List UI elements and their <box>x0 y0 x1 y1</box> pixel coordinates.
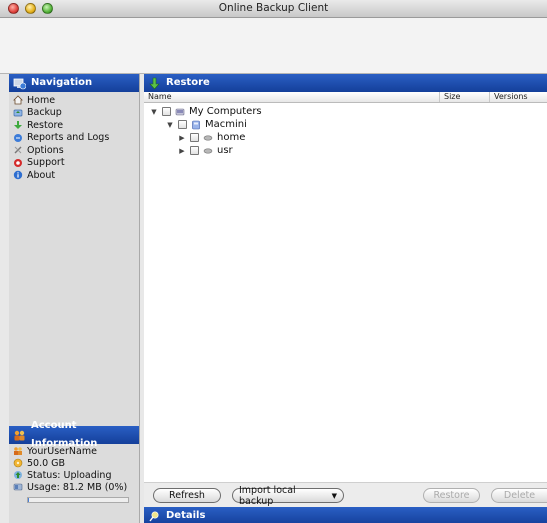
support-icon <box>13 158 23 168</box>
toolbar <box>0 18 547 74</box>
details-title: Details <box>166 510 206 521</box>
backup-icon <box>13 108 23 118</box>
nav-item-reports[interactable]: Reports and Logs <box>9 132 139 145</box>
window-title: Online Backup Client <box>218 2 329 14</box>
select-checkbox[interactable] <box>190 133 199 142</box>
column-versions[interactable]: Versions <box>490 92 547 102</box>
disk-icon <box>13 458 23 468</box>
nav-item-backup[interactable]: Backup <box>9 107 139 120</box>
minimize-window-icon[interactable] <box>25 3 36 14</box>
account-quota: 50.0 GB <box>9 457 139 469</box>
tree-label: My Computers <box>189 106 262 117</box>
delete-label: Delete <box>503 490 536 501</box>
navigation-title: Navigation <box>31 77 93 88</box>
restore-button[interactable]: Restore <box>423 488 480 503</box>
nav-item-label: Reports and Logs <box>27 132 110 144</box>
upload-status-icon <box>13 470 23 480</box>
close-window-icon[interactable] <box>8 3 19 14</box>
nav-item-label: Options <box>27 144 64 156</box>
refresh-label: Refresh <box>169 490 205 501</box>
usage-text: Usage: 81.2 MB (0%) <box>27 481 128 493</box>
tree-label: home <box>217 132 246 143</box>
app-window: Online Backup Client Navigation Home Bac… <box>0 0 547 523</box>
import-local-backup-button[interactable]: Import local backup ▼ <box>232 485 344 507</box>
usage-icon <box>13 482 23 492</box>
disclosure-collapsed-icon[interactable]: ▶ <box>178 134 186 142</box>
import-label: Import local backup <box>239 484 296 507</box>
quota-text: 50.0 GB <box>27 457 66 469</box>
navigation-list: Home Backup Restore Reports and Logs Opt… <box>9 92 139 182</box>
column-name[interactable]: Name <box>144 92 440 102</box>
tree-row-my-computers[interactable]: ▼ My Computers <box>144 105 547 118</box>
action-bar: Refresh Import local backup ▼ Restore De… <box>144 482 547 507</box>
reports-icon <box>13 133 23 143</box>
volume-icon <box>203 146 213 156</box>
restore-label: Restore <box>433 490 470 501</box>
restore-icon <box>148 77 161 90</box>
nav-item-label: Backup <box>27 107 62 119</box>
restore-header: Restore <box>144 74 547 92</box>
zoom-window-icon[interactable] <box>42 3 53 14</box>
details-header[interactable]: Details <box>144 507 547 523</box>
computers-icon <box>175 107 185 117</box>
users-icon <box>13 429 26 442</box>
account-usage: Usage: 81.2 MB (0%) <box>9 481 139 493</box>
tree-label: Macmini <box>205 119 247 130</box>
tree-row-usr[interactable]: ▶ usr <box>144 144 547 157</box>
refresh-button[interactable]: Refresh <box>153 488 221 503</box>
nav-item-home[interactable]: Home <box>9 94 139 107</box>
home-icon <box>13 95 23 105</box>
nav-item-label: Restore <box>27 119 64 131</box>
computer-icon <box>191 120 201 130</box>
select-checkbox[interactable] <box>178 120 187 129</box>
nav-item-support[interactable]: Support <box>9 157 139 170</box>
restore-panel: Restore Name Size Versions ▼ My Computer… <box>144 74 547 523</box>
status-text: Status: Uploading <box>27 469 112 481</box>
tree-row-macmini[interactable]: ▼ Macmini <box>144 118 547 131</box>
account-status: Status: Uploading <box>9 469 139 481</box>
table-header: Name Size Versions <box>144 92 547 103</box>
nav-item-label: About <box>27 169 56 181</box>
restore-title: Restore <box>166 77 210 88</box>
tree-label: usr <box>217 145 233 156</box>
file-tree: ▼ My Computers ▼ Macmini ▶ home ▶ usr <box>144 103 547 157</box>
select-checkbox[interactable] <box>162 107 171 116</box>
column-size[interactable]: Size <box>440 92 490 102</box>
sidebar: Navigation Home Backup Restore Reports a… <box>9 74 140 523</box>
info-icon <box>13 170 23 180</box>
window-controls <box>8 3 53 14</box>
options-icon <box>13 145 23 155</box>
disclosure-collapsed-icon[interactable]: ▶ <box>178 147 186 155</box>
navigation-header: Navigation <box>9 74 139 92</box>
details-icon <box>148 510 161 523</box>
disclosure-expanded-icon[interactable]: ▼ <box>166 121 174 129</box>
usage-progress-bar <box>27 497 129 503</box>
volume-icon <box>203 133 213 143</box>
users-icon <box>13 446 23 456</box>
nav-item-label: Home <box>27 94 56 106</box>
username-text: YourUserName <box>27 445 97 457</box>
restore-icon <box>13 120 23 130</box>
navigation-icon <box>13 77 26 90</box>
select-checkbox[interactable] <box>190 146 199 155</box>
disclosure-expanded-icon[interactable]: ▼ <box>150 108 158 116</box>
title-bar[interactable]: Online Backup Client <box>0 0 547 18</box>
tree-row-home[interactable]: ▶ home <box>144 131 547 144</box>
account-panel: Account Information YourUserName 50.0 GB… <box>9 420 139 503</box>
nav-item-options[interactable]: Options <box>9 144 139 157</box>
account-header: Account Information <box>9 420 139 449</box>
nav-item-about[interactable]: About <box>9 169 139 182</box>
delete-button[interactable]: Delete <box>491 488 547 503</box>
dropdown-arrow-icon: ▼ <box>331 491 337 500</box>
nav-item-label: Support <box>27 157 65 169</box>
nav-item-restore[interactable]: Restore <box>9 119 139 132</box>
